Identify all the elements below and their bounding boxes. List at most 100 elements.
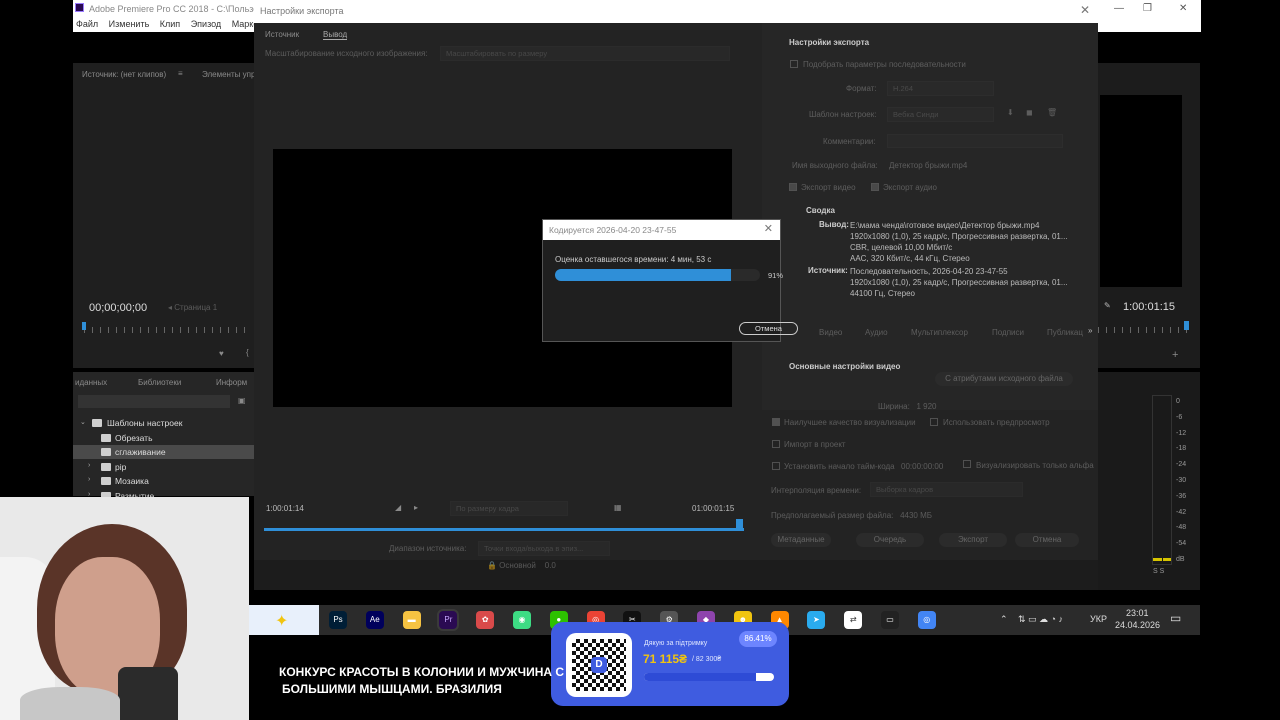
export-end-timecode: 01:00:01:15 [692,504,735,513]
expand-arrow-icon[interactable]: ⌄ [80,418,86,426]
tab-output[interactable]: Вывод [323,30,348,40]
source-range-select[interactable]: Точки входа/выхода в эпиз... [478,541,610,556]
maximize-icon[interactable]: ❐ [1143,3,1152,14]
panel-menu-icon[interactable]: ≡ [178,69,183,78]
language-indicator[interactable]: УКР [1090,614,1107,624]
donation-goal: / 82 300₴ [692,656,722,663]
fit-select[interactable]: По размеру кадра [450,501,568,516]
after-effects-icon[interactable]: Ae [365,611,384,629]
delete-preset-icon[interactable]: 🗑 [1047,108,1057,117]
aspect-icon[interactable]: ▦ [614,503,622,512]
sparkle-app-icon[interactable]: ✦ [249,605,319,635]
preset-tree-item[interactable]: › Мозаика [73,474,254,488]
export-settings-title: Настройки экспорта [789,38,870,47]
cancel-export-button[interactable]: Отмена [1015,533,1079,547]
filesize-label: Предполагаемый размер файла: 4430 МБ [771,511,932,520]
summary-source-line: Последовательность, 2026-04-20 23-47-55 [850,267,1008,276]
photoshop-icon[interactable]: Ps [329,611,347,629]
clock-date[interactable]: 24.04.2026 [1115,620,1160,630]
mark-in-icon[interactable]: ◢ [395,503,401,512]
wrench-icon[interactable]: ✎ [1104,301,1111,310]
comment-input[interactable] [887,134,1063,148]
telegram-icon[interactable]: ➤ [807,611,826,629]
premiere-icon[interactable]: Pr [437,609,460,631]
paint-icon[interactable]: ✿ [476,611,495,629]
tab-captions[interactable]: Подписи [992,328,1024,337]
preset-tree-item[interactable]: сглаживание [73,445,254,459]
summary-title: Сводка [806,206,835,215]
meter-scale-label: -24 [1176,461,1187,469]
export-dialog-close-icon[interactable]: ✕ [1080,3,1090,17]
metadata-button[interactable]: Метаданные [771,533,831,547]
format-select[interactable]: H.264 [887,81,994,96]
expand-arrow-icon[interactable]: › [88,476,90,483]
export-button[interactable]: Экспорт [939,533,1007,547]
menu-edit[interactable]: Изменить [109,19,150,29]
preset-select[interactable]: Вебка Синди [887,107,994,122]
preset-tree-label: Мозаика [115,476,149,486]
page-label: Страница 1 [174,303,218,312]
add-button-icon[interactable]: + [1172,349,1178,361]
program-playhead-icon[interactable] [1184,321,1189,330]
start-timecode-checkbox[interactable] [772,462,780,470]
import-project-checkbox[interactable] [772,440,780,448]
preset-tree-item[interactable]: Обрезать [73,431,254,445]
metadata-tab[interactable]: иданных [75,378,107,387]
terminal-icon[interactable]: ▭ [881,611,899,629]
menu-clip[interactable]: Клип [160,19,180,29]
clock-time[interactable]: 23:01 [1126,608,1149,618]
mark-out-icon[interactable]: ▸ [414,503,418,512]
tab-video[interactable]: Видео [819,328,842,337]
save-preset-icon[interactable]: ⬇ [1007,108,1014,117]
import-project-label: Импорт в проект [784,440,846,449]
tab-audio[interactable]: Аудио [865,328,888,337]
close-icon[interactable]: ✕ [1179,3,1187,14]
tray-icons[interactable]: ⇅ ▭ ☁ ◔ ♪ [1018,614,1063,625]
page-selector[interactable]: ◂ Страница 1 [168,303,217,312]
chrome-2-icon[interactable]: ◎ [917,611,936,629]
render-alpha-checkbox[interactable] [963,460,971,468]
preset-tree-item[interactable]: › pip [73,460,254,474]
export-audio-checkbox[interactable] [871,183,879,191]
effect-controls-tab[interactable]: Элементы упр [202,70,255,79]
expand-arrow-icon[interactable]: › [88,462,90,469]
scaling-select[interactable]: Масштабировать по размеру [440,46,730,61]
match-sequence-checkbox[interactable] [790,60,798,68]
encoding-close-icon[interactable]: ✕ [764,222,773,235]
use-previews-checkbox[interactable] [930,418,938,426]
import-preset-icon[interactable]: ◼ [1026,108,1033,117]
more-tabs-icon[interactable]: » [1088,326,1092,335]
marker-icon[interactable]: ♥ [219,349,224,358]
minimize-icon[interactable]: — [1114,3,1124,14]
export-playhead-icon[interactable] [736,519,743,528]
effects-search-input[interactable] [78,395,230,408]
info-tab[interactable]: Информ [216,378,247,387]
libraries-tab[interactable]: Библиотеки [138,378,181,387]
messenger-icon[interactable]: ⇄ [844,611,863,629]
app-title: Adobe Premiere Pro CC 2018 - C:\Пользов [89,4,264,14]
playhead-icon[interactable] [82,322,86,330]
output-name-link[interactable]: Детектор брыжи.mp4 [889,161,967,170]
start-timecode-value[interactable]: 00:00:00:00 [901,462,943,471]
export-range-bar[interactable] [264,528,744,531]
export-video-checkbox[interactable] [789,183,797,191]
interpolation-select[interactable]: Выборка кадров [870,482,1023,497]
tab-publish[interactable]: Публикац [1047,328,1083,337]
donation-amount: 71 115₴ [643,652,688,666]
in-point-icon[interactable]: { [246,348,249,357]
max-render-checkbox[interactable] [772,418,780,426]
tab-multiplexer[interactable]: Мультиплексор [911,328,968,337]
source-tab[interactable]: Источник: (нет клипов) [82,70,166,79]
tray-arrow-icon[interactable]: ⌃ [1000,614,1008,625]
queue-button[interactable]: Очередь [856,533,924,547]
encoding-cancel-button[interactable]: Отмена [739,322,798,335]
menu-file[interactable]: Файл [76,19,98,29]
notification-icon[interactable]: ▭ [1170,611,1181,625]
file-explorer-icon[interactable]: ▬ [402,611,421,629]
preset-tree-item[interactable]: ⌄ Шаблоны настроек [73,416,254,430]
android-emulator-icon[interactable]: ◉ [513,611,531,629]
menu-sequence[interactable]: Эпизод [191,19,221,29]
tab-source[interactable]: Источник [265,30,299,39]
new-bin-icon[interactable]: ▣ [238,396,246,405]
match-source-button[interactable]: С атрибутами исходного файла [935,372,1073,386]
